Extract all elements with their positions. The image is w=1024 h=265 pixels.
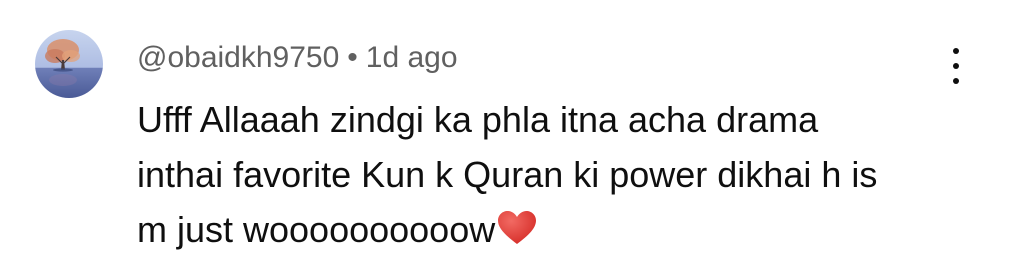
more-vertical-icon-dot-2 <box>953 63 959 69</box>
more-vertical-icon <box>953 48 959 54</box>
comment-body: Ufff Allaaah zindgi ka phla itna acha dr… <box>137 92 977 257</box>
author-handle[interactable]: @obaidkh9750 <box>137 41 339 74</box>
avatar[interactable] <box>35 30 103 98</box>
comment-header: @obaidkh9750 • 1d ago <box>137 38 458 78</box>
comment-timestamp[interactable]: 1d ago <box>366 41 458 74</box>
heart-icon <box>498 211 537 244</box>
more-options-button[interactable] <box>938 46 974 86</box>
more-vertical-icon-dot-3 <box>953 78 959 84</box>
comment-item: @obaidkh9750 • 1d ago Ufff Allaaah zindgi … <box>0 0 1024 265</box>
header-separator: • <box>347 41 358 74</box>
